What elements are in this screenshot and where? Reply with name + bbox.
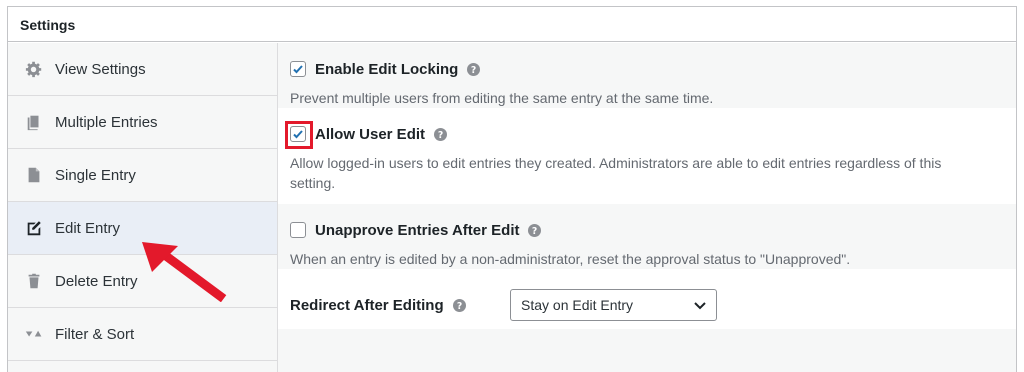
settings-panel: Settings View Settings Multiple Entries [7,6,1017,372]
chevron-down-icon [694,297,706,313]
help-icon[interactable]: ? [528,223,542,237]
redirect-after-editing-field: Redirect After Editing ? [290,289,510,321]
help-icon[interactable]: ? [467,62,481,76]
allow-user-edit-description: Allow logged-in users to edit entries th… [290,155,942,191]
svg-text:?: ? [471,64,476,75]
option-allow-user-edit: Allow User Edit ? Allow logged-in users … [278,108,1016,204]
sort-icon [25,325,43,343]
enable-edit-locking-description: Prevent multiple users from editing the … [290,90,714,106]
panel-title: Settings [8,7,1016,42]
allow-user-edit-checkbox[interactable] [285,121,313,149]
sidebar-item-label: Delete Entry [55,272,138,290]
sidebar-item-delete-entry[interactable]: Delete Entry [8,255,277,308]
help-icon[interactable]: ? [452,298,466,312]
sidebar-item-label: Edit Entry [55,219,121,237]
option-enable-edit-locking: Enable Edit Locking ? Prevent multiple u… [278,43,1016,108]
sidebar-item-label: Single Entry [55,166,136,184]
svg-text:?: ? [456,300,461,311]
option-redirect-after-editing: Redirect After Editing ? Stay on Edit En… [278,269,1016,329]
document-icon [25,166,43,184]
trash-icon [25,272,43,290]
help-icon[interactable]: ? [434,127,448,141]
settings-sidebar: View Settings Multiple Entries Single En… [8,43,278,372]
sidebar-item-label: View Settings [55,60,146,78]
sidebar-item-multiple-entries[interactable]: Multiple Entries [8,96,277,149]
redirect-selected-value: Stay on Edit Entry [521,297,634,313]
allow-user-edit-label[interactable]: Allow User Edit [315,126,425,143]
redirect-after-editing-label: Redirect After Editing [290,296,444,314]
unapprove-after-edit-description: When an entry is edited by a non-adminis… [290,251,851,267]
documents-icon [25,113,43,131]
edit-page-icon [25,219,43,237]
sidebar-item-view-settings[interactable]: View Settings [8,43,277,96]
svg-text:?: ? [438,129,443,140]
sidebar-item-label: Multiple Entries [55,113,158,131]
option-unapprove-after-edit: Unapprove Entries After Edit ? When an e… [278,204,1016,269]
unapprove-after-edit-label[interactable]: Unapprove Entries After Edit [315,222,519,239]
settings-content: Enable Edit Locking ? Prevent multiple u… [278,43,1016,372]
svg-text:?: ? [532,225,537,236]
sidebar-item-single-entry[interactable]: Single Entry [8,149,277,202]
redirect-after-editing-select[interactable]: Stay on Edit Entry [510,289,717,321]
gear-icon [25,60,43,78]
enable-edit-locking-checkbox[interactable] [290,61,306,77]
unapprove-after-edit-checkbox[interactable] [290,222,306,238]
sidebar-item-filter-sort[interactable]: Filter & Sort [8,308,277,361]
sidebar-item-edit-entry[interactable]: Edit Entry [8,202,277,255]
enable-edit-locking-label[interactable]: Enable Edit Locking [315,61,458,78]
sidebar-item-label: Filter & Sort [55,325,135,343]
